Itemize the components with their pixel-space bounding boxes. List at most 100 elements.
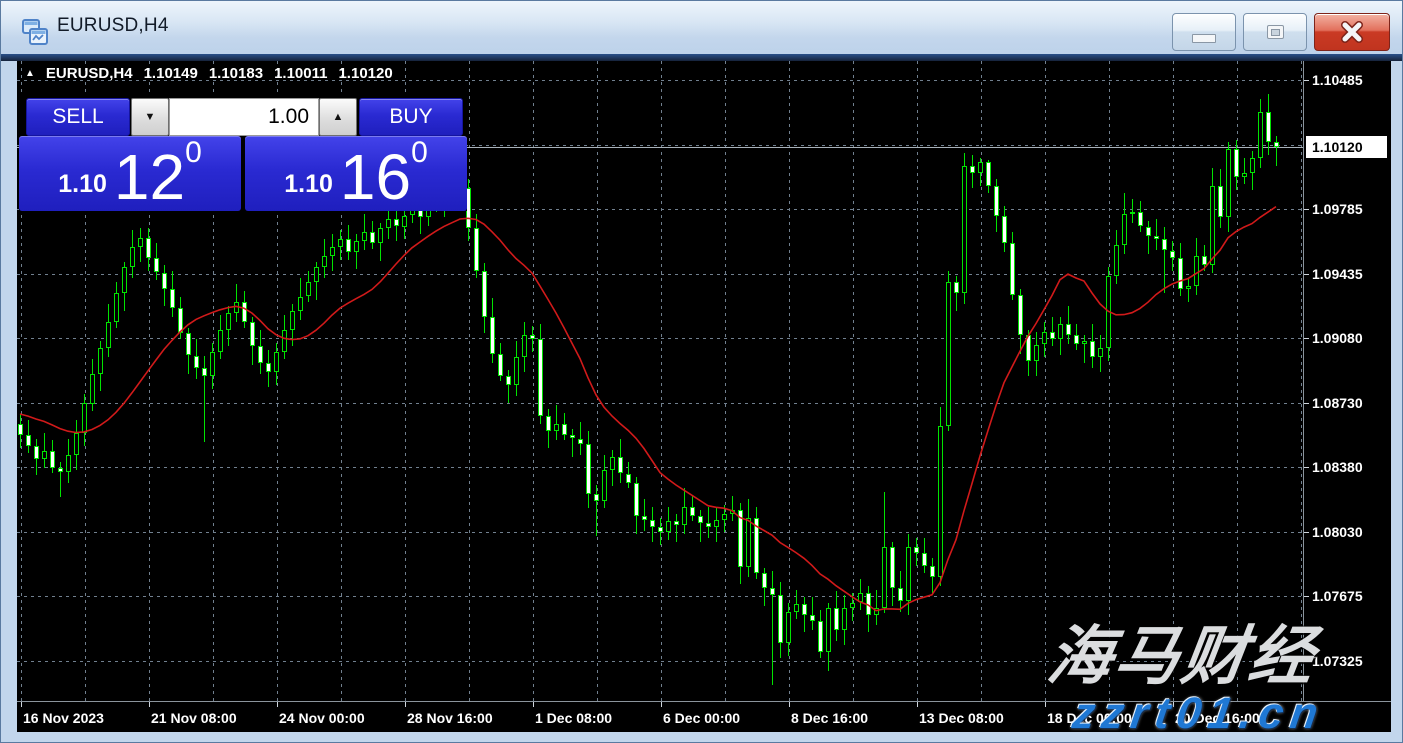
price-axis-tick <box>1304 274 1309 275</box>
ohlc-open: 1.10149 <box>144 65 198 82</box>
one-click-trading-panel: SELL ▼ ▲ BUY 1.10 12 0 1.10 16 0 <box>19 93 467 211</box>
candlestick <box>1274 142 1279 148</box>
candlestick <box>1258 112 1263 158</box>
time-axis-label: 1 Dec 08:00 <box>535 710 612 726</box>
grid-line-vertical <box>1173 61 1174 701</box>
sell-price-display[interactable]: 1.10 12 0 <box>19 136 241 211</box>
grid-line-vertical <box>917 61 918 701</box>
candlestick <box>146 238 151 258</box>
candlestick <box>938 426 943 577</box>
candlestick <box>618 457 623 474</box>
candlestick <box>954 282 959 293</box>
candlestick <box>1074 335 1079 344</box>
candlestick <box>1114 245 1119 276</box>
candlestick <box>546 416 551 431</box>
sell-price-prefix: 1.10 <box>58 170 107 199</box>
grid-line-vertical <box>789 61 790 701</box>
volume-input[interactable] <box>169 98 319 136</box>
collapse-chart-icon[interactable]: ▲ <box>25 68 35 79</box>
candlestick <box>922 553 927 566</box>
candlestick <box>1226 149 1231 217</box>
candlestick <box>826 608 831 652</box>
price-axis-label: 1.09435 <box>1312 266 1363 282</box>
buy-price-big-digits: 16 <box>340 149 411 205</box>
candlestick <box>522 335 527 357</box>
candlestick <box>242 302 247 322</box>
candlestick <box>474 228 479 270</box>
chart-window: EURUSD,H4 ▲ EURUSD,H4 1.10149 1.10183 <box>0 0 1403 743</box>
candlestick <box>394 219 399 226</box>
candlestick <box>130 247 135 267</box>
price-axis-tick <box>1304 661 1309 662</box>
candlestick <box>330 247 335 256</box>
candlestick <box>1090 341 1095 358</box>
minimize-button[interactable] <box>1172 13 1236 51</box>
volume-decrease-button[interactable]: ▼ <box>131 98 169 136</box>
candlestick <box>1122 214 1127 245</box>
time-axis-tick <box>1045 702 1046 707</box>
buy-button[interactable]: BUY <box>359 98 463 136</box>
candle-wick <box>1164 227 1165 293</box>
candlestick <box>802 604 807 615</box>
candlestick <box>514 357 519 385</box>
candlestick <box>530 335 535 339</box>
price-axis-label: 1.08730 <box>1312 395 1363 411</box>
ohlc-header: ▲ EURUSD,H4 1.10149 1.10183 1.10011 1.10… <box>25 65 404 82</box>
buy-price-display[interactable]: 1.10 16 0 <box>245 136 467 211</box>
candlestick <box>210 352 215 376</box>
candlestick <box>634 483 639 516</box>
candlestick <box>266 363 271 372</box>
candlestick <box>402 216 407 227</box>
candlestick <box>730 510 735 514</box>
candlestick <box>786 612 791 643</box>
candlestick <box>554 424 559 431</box>
candlestick <box>362 232 367 241</box>
candlestick <box>898 588 903 601</box>
time-axis-tick <box>661 702 662 707</box>
price-axis-tick <box>1304 467 1309 468</box>
candle-wick <box>1276 136 1277 166</box>
candlestick <box>914 547 919 553</box>
price-axis-tick <box>1304 209 1309 210</box>
candlestick <box>298 297 303 312</box>
title-bar-separator <box>1 54 1402 61</box>
candlestick <box>690 507 695 516</box>
candlestick <box>1194 256 1199 286</box>
candle-wick <box>572 429 573 457</box>
candlestick <box>322 256 327 267</box>
candlestick <box>866 593 871 615</box>
grid-line-horizontal <box>17 596 1303 597</box>
candle-wick <box>44 433 45 468</box>
grid-line-vertical <box>725 61 726 701</box>
candlestick <box>1186 286 1191 290</box>
candle-wick <box>1244 158 1245 184</box>
time-axis-tick <box>533 702 534 707</box>
volume-increase-button[interactable]: ▲ <box>319 98 357 136</box>
price-axis-label: 1.08030 <box>1312 524 1363 540</box>
candle-wick <box>732 496 733 522</box>
candlestick <box>698 516 703 523</box>
candlestick <box>314 267 319 282</box>
restore-button[interactable] <box>1243 13 1307 51</box>
time-axis[interactable]: 16 Nov 202321 Nov 08:0024 Nov 00:0028 No… <box>17 701 1391 732</box>
title-bar[interactable]: EURUSD,H4 <box>1 1 1402 54</box>
candlestick <box>570 435 575 439</box>
sell-button[interactable]: SELL <box>26 98 130 136</box>
candlestick <box>282 330 287 352</box>
grid-line-vertical <box>469 61 470 701</box>
candlestick <box>1202 256 1207 265</box>
candlestick <box>970 166 975 173</box>
price-axis[interactable]: 1.10120 1.104851.097851.094351.090801.08… <box>1303 61 1391 701</box>
candlestick <box>1170 251 1175 258</box>
candlestick <box>162 273 167 290</box>
grid-line-vertical <box>1301 61 1302 701</box>
chart-app-icon <box>22 19 48 45</box>
candlestick <box>850 603 855 609</box>
chart-plot-area[interactable]: ▲ EURUSD,H4 1.10149 1.10183 1.10011 1.10… <box>17 61 1303 701</box>
candlestick <box>274 352 279 372</box>
close-button[interactable] <box>1314 13 1390 51</box>
candlestick <box>586 444 591 494</box>
price-axis-tick <box>1304 532 1309 533</box>
candle-wick <box>1188 278 1189 302</box>
price-axis-label: 1.07325 <box>1312 653 1363 669</box>
